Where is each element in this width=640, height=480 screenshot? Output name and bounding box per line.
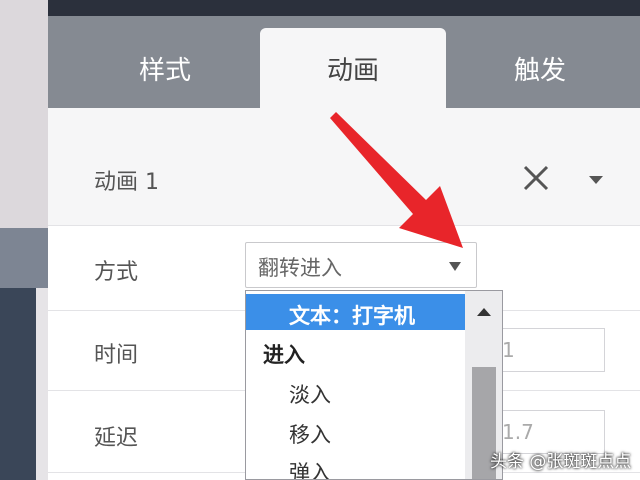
caret-down-icon[interactable] — [449, 262, 461, 271]
tab-trigger[interactable]: 触发 — [480, 28, 600, 108]
dropdown-group-header: 进入 — [263, 343, 305, 367]
animation-title: 动画 1 — [94, 170, 159, 195]
left-strip-image — [0, 288, 36, 480]
delay-label: 延迟 — [94, 426, 139, 451]
time-label: 时间 — [94, 343, 139, 368]
delay-value: 1.7 — [502, 420, 534, 444]
method-dropdown-list: 文本：打字机 进入 淡入 移入 弹入 — [245, 290, 503, 480]
tab-trigger-label: 触发 — [513, 55, 566, 86]
tab-animation[interactable]: 动画 — [260, 28, 446, 108]
dropdown-option[interactable]: 淡入 — [289, 379, 331, 409]
left-strip-band — [0, 228, 48, 288]
dropdown-option[interactable]: 弹入 — [289, 457, 331, 479]
watermark: 头条 @张斑斑点点 — [490, 452, 632, 472]
dropdown-option-selected[interactable]: 文本：打字机 — [246, 294, 465, 330]
method-select-value: 翻转进入 — [258, 256, 342, 280]
tab-style[interactable]: 样式 — [110, 28, 220, 108]
method-label: 方式 — [94, 260, 139, 285]
tab-animation-label: 动画 — [326, 55, 379, 86]
time-value: 1 — [502, 338, 515, 362]
top-dark-bar — [48, 0, 640, 16]
scroll-up-icon[interactable] — [477, 308, 491, 316]
chevron-down-icon[interactable] — [589, 176, 603, 184]
dropdown-option-selected-label: 文本：打字机 — [289, 304, 415, 328]
tab-style-label: 样式 — [138, 55, 191, 86]
left-strip-edge — [36, 288, 48, 480]
method-select[interactable]: 翻转进入 — [245, 242, 477, 288]
dropdown-option[interactable]: 移入 — [289, 419, 331, 449]
time-input[interactable]: 1 — [485, 328, 605, 372]
close-icon[interactable] — [520, 162, 552, 194]
left-background-strip — [0, 0, 48, 480]
